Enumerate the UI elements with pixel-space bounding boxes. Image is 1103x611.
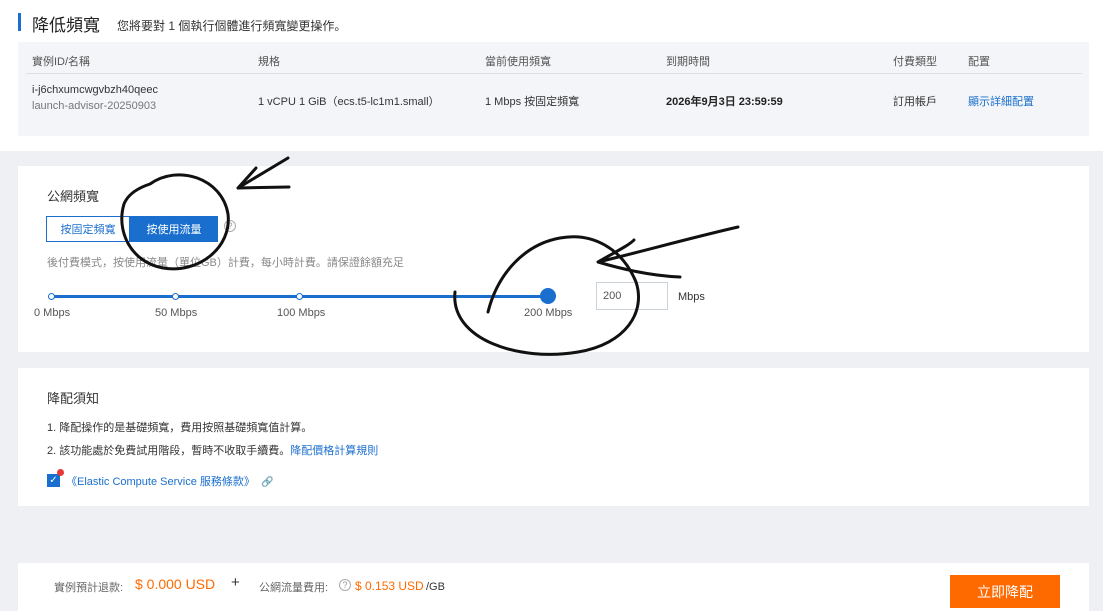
billing-description: 後付費模式，按使用流量（單位GB）計費，每小時計費。請保證餘額充足: [47, 257, 404, 269]
notice-line-2-text: 2. 該功能處於免費試用階段，暫時不收取手續費。: [47, 445, 291, 457]
billing-type: 訂用帳戶: [893, 96, 937, 108]
submit-downgrade-button[interactable]: 立即降配: [950, 575, 1060, 608]
traffic-fee-unit: /GB: [426, 581, 445, 593]
column-header-expire: 到期時間: [666, 56, 710, 68]
table-divider: [26, 73, 1082, 74]
column-header-billing: 付費類型: [893, 56, 937, 68]
column-header-config: 配置: [968, 56, 990, 68]
show-config-link[interactable]: 顯示詳細配置: [968, 93, 1034, 109]
slider-stop-100[interactable]: [296, 293, 303, 300]
title-accent-bar: [18, 13, 21, 31]
required-indicator: [57, 469, 64, 476]
slider-tick-label: 200 Mbps: [524, 307, 573, 319]
current-bandwidth: 1 Mbps 按固定頻寬: [485, 96, 580, 108]
refund-label: 實例預計退款:: [54, 582, 124, 594]
slider-tick-label: 50 Mbps: [155, 307, 198, 319]
bandwidth-unit: Mbps: [678, 291, 705, 303]
terms-checkbox[interactable]: ✓: [47, 474, 60, 487]
expire-time: 2026年9月3日 23:59:59: [666, 96, 783, 108]
bandwidth-slider-handle[interactable]: [540, 288, 556, 304]
notice-line-2: 2. 該功能處於免費試用階段，暫時不收取手續費。降配價格計算規則: [47, 442, 378, 458]
traffic-fee-label: 公網流量費用:: [259, 582, 329, 594]
notice-title: 降配須知: [47, 391, 100, 406]
mode-fixed-button[interactable]: 按固定頻寬: [46, 216, 130, 242]
bandwidth-section-label: 公網頻寬: [47, 189, 100, 204]
column-header-bandwidth: 當前使用頻寬: [485, 56, 551, 68]
slider-stop-50[interactable]: [172, 293, 179, 300]
page-subtitle: 您將要對 1 個執行個體進行頻寬變更操作。: [117, 19, 347, 33]
traffic-help-icon[interactable]: ?: [339, 579, 351, 591]
page-title: 降低頻寬: [32, 16, 100, 35]
instance-id: i-j6chxumcwgvbzh40qeec: [32, 84, 158, 96]
pricing-rules-link[interactable]: 降配價格計算規則: [290, 445, 378, 457]
notice-line-1: 1. 降配操作的是基礎頻寬，費用按照基礎頻寬值計算。: [47, 422, 313, 434]
bandwidth-input[interactable]: [596, 282, 668, 310]
terms-link-text[interactable]: 《Elastic Compute Service 服務條款》: [66, 476, 255, 488]
external-link-icon[interactable]: 🔗: [261, 477, 273, 488]
instance-name: launch-advisor-20250903: [32, 100, 157, 112]
slider-tick-label: 0 Mbps: [34, 307, 71, 319]
instance-spec: 1 vCPU 1 GiB（ecs.t5-lc1m1.small）: [258, 96, 440, 108]
slider-tick-label: 100 Mbps: [277, 307, 326, 319]
plus-sign: +: [231, 574, 240, 591]
column-header-instance: 實例ID/名稱: [32, 56, 91, 68]
help-icon[interactable]: ?: [224, 220, 236, 232]
refund-amount: $ 0.000 USD: [135, 576, 216, 592]
traffic-fee-amount: $ 0.153 USD: [355, 579, 424, 593]
slider-stop-0[interactable]: [48, 293, 55, 300]
column-header-spec: 規格: [258, 56, 280, 68]
mode-usage-button[interactable]: 按使用流量: [130, 216, 218, 242]
terms-link[interactable]: 《Elastic Compute Service 服務條款》 🔗: [66, 473, 273, 489]
